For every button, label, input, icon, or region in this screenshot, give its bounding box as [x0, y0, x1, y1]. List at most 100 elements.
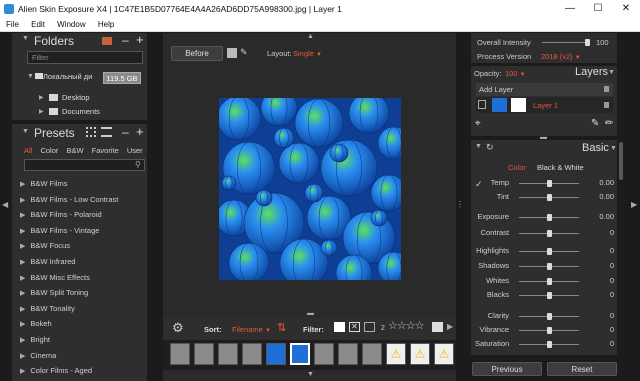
add-layer-button[interactable]: Add Layer	[476, 83, 613, 96]
thumbnail[interactable]	[266, 343, 286, 365]
star-rating-filter[interactable]: ☆☆☆☆	[388, 319, 424, 332]
image-preview[interactable]	[219, 98, 401, 280]
minus-icon[interactable]: –	[122, 33, 129, 47]
maximize-button[interactable]: ☐	[584, 0, 612, 18]
preset-category[interactable]: ▶ B&W Misc Effects	[12, 270, 147, 286]
preset-category[interactable]: ▶ B&W Films - Polaroid	[12, 207, 147, 223]
expand-arrow-icon[interactable]: ▶	[20, 306, 25, 313]
settings-gear-icon[interactable]: ⚙	[172, 321, 184, 334]
layer-handle-icon[interactable]	[604, 102, 609, 108]
expand-documents-icon[interactable]: ▶	[39, 108, 44, 115]
adjustment-slider[interactable]	[519, 230, 579, 237]
adjustment-slider[interactable]	[519, 180, 579, 187]
tab-user[interactable]: User	[127, 146, 143, 155]
color-label-icon[interactable]	[432, 322, 443, 332]
tab-all[interactable]: All	[24, 146, 32, 155]
basic-menu-icon[interactable]: ▼	[610, 145, 617, 152]
adjustment-slider[interactable]	[519, 313, 579, 320]
close-button[interactable]: ✕	[612, 0, 640, 18]
expand-arrow-icon[interactable]: ▶	[20, 353, 25, 360]
reset-basic-icon[interactable]: ↻	[486, 142, 494, 153]
thumbnail[interactable]	[362, 343, 382, 365]
thumbnail-missing[interactable]: ⚠	[386, 343, 406, 365]
crop-icon[interactable]: ⌖	[475, 118, 481, 129]
plus-icon[interactable]: +	[136, 32, 144, 47]
adjustment-slider[interactable]	[519, 214, 579, 221]
splitter-handle-icon[interactable]: ▬	[307, 310, 314, 317]
preset-category[interactable]: ▶ B&W Focus	[12, 238, 147, 254]
expand-desktop-icon[interactable]: ▶	[39, 94, 44, 101]
preset-category[interactable]: ▶ Bright	[12, 332, 147, 348]
menu-help[interactable]: Help	[98, 18, 114, 32]
thumbnail-missing[interactable]: ⚠	[410, 343, 430, 365]
layers-menu-icon[interactable]: ▼	[608, 69, 615, 76]
process-version-dropdown[interactable]: 2018 (v2) ▼	[541, 52, 581, 61]
unflagged-icon[interactable]	[364, 322, 375, 332]
preset-category[interactable]: ▶ B&W Films	[12, 176, 147, 192]
expand-arrow-icon[interactable]: ▶	[20, 243, 25, 250]
preset-category[interactable]: ▶ Cinema	[12, 348, 147, 364]
splitter-handle-icon[interactable]: ⋮	[456, 200, 464, 209]
adjustment-slider[interactable]	[519, 194, 579, 201]
tab-black-white[interactable]: Black & White	[537, 163, 584, 172]
thumbnail[interactable]	[338, 343, 358, 365]
drive-expand-icon[interactable]: ▼	[27, 73, 34, 80]
adjustment-slider[interactable]	[519, 248, 579, 255]
eraser-icon[interactable]: ✏	[605, 118, 613, 129]
tab-bw[interactable]: B&W	[66, 146, 83, 155]
expand-arrow-icon[interactable]: ▶	[20, 228, 25, 235]
thumbnail[interactable]	[314, 343, 334, 365]
collapse-presets-icon[interactable]: ▼	[22, 128, 29, 135]
reset-button[interactable]: Reset	[547, 362, 617, 376]
tab-color[interactable]: Color	[508, 163, 526, 172]
expand-arrow-icon[interactable]: ▶	[20, 368, 25, 375]
brush-icon[interactable]: ✎	[240, 47, 248, 58]
menu-edit[interactable]: Edit	[31, 18, 45, 32]
preset-category[interactable]: ▶ Bokeh	[12, 316, 147, 332]
preset-category[interactable]: ▶ B&W Films - Vintage	[12, 223, 147, 239]
presets-search-input[interactable]	[24, 159, 145, 171]
reject-icon[interactable]: ✕	[349, 322, 360, 332]
folder-icon[interactable]	[102, 37, 112, 45]
preset-category[interactable]: ▶ B&W Split Toning	[12, 285, 147, 301]
previous-button[interactable]: Previous	[472, 362, 542, 376]
flag-icon[interactable]	[334, 322, 345, 332]
folder-documents[interactable]: Documents	[62, 107, 100, 116]
preset-category[interactable]: ▶ B&W Tonality	[12, 301, 147, 317]
grid-view-icon[interactable]	[86, 127, 96, 137]
layer-name[interactable]: Layer 1	[533, 101, 558, 110]
collapse-folders-icon[interactable]: ▼	[22, 35, 29, 42]
expand-arrow-icon[interactable]: ▶	[20, 321, 25, 328]
adjustment-slider[interactable]	[519, 341, 579, 348]
folders-filter-input[interactable]: Filter	[27, 51, 143, 64]
opacity-dropdown[interactable]: 100 ▼	[505, 69, 526, 78]
expand-arrow-icon[interactable]: ▶	[20, 181, 25, 188]
drive-name[interactable]: Локальный ди	[43, 72, 92, 81]
layer-visibility-icon[interactable]	[478, 100, 486, 109]
overall-intensity-slider[interactable]	[542, 39, 590, 46]
adjustment-slider[interactable]	[519, 327, 579, 334]
thumbnail[interactable]	[170, 343, 190, 365]
expand-arrow-icon[interactable]: ▶	[20, 275, 25, 282]
expand-arrow-icon[interactable]: ▶	[20, 290, 25, 297]
menu-file[interactable]: File	[6, 18, 19, 32]
thumbnail-missing[interactable]: ⚠	[434, 343, 454, 365]
adjustment-slider[interactable]	[519, 263, 579, 270]
adjustment-slider[interactable]	[519, 292, 579, 299]
collapse-left-arrow-icon[interactable]: ◀	[2, 200, 8, 209]
thumbnail[interactable]	[290, 343, 310, 365]
tab-favorite[interactable]: Favorite	[92, 146, 119, 155]
brush-icon[interactable]: ✎	[591, 118, 599, 129]
before-button[interactable]: Before	[171, 46, 223, 61]
expand-arrow-icon[interactable]: ▶	[20, 197, 25, 204]
plus-icon[interactable]: +	[136, 124, 144, 139]
layer-handle-icon[interactable]	[604, 86, 609, 92]
stop-icon[interactable]	[227, 48, 237, 58]
expand-arrow-icon[interactable]: ▶	[20, 212, 25, 219]
thumbnail[interactable]	[218, 343, 238, 365]
expand-arrow-icon[interactable]: ▶	[20, 259, 25, 266]
preset-category[interactable]: ▶ B&W Films - Low Contrast	[12, 192, 147, 208]
expand-arrow-icon[interactable]: ▶	[20, 337, 25, 344]
minimize-button[interactable]: —	[556, 0, 584, 18]
layout-dropdown[interactable]: Single ▼	[293, 49, 322, 58]
